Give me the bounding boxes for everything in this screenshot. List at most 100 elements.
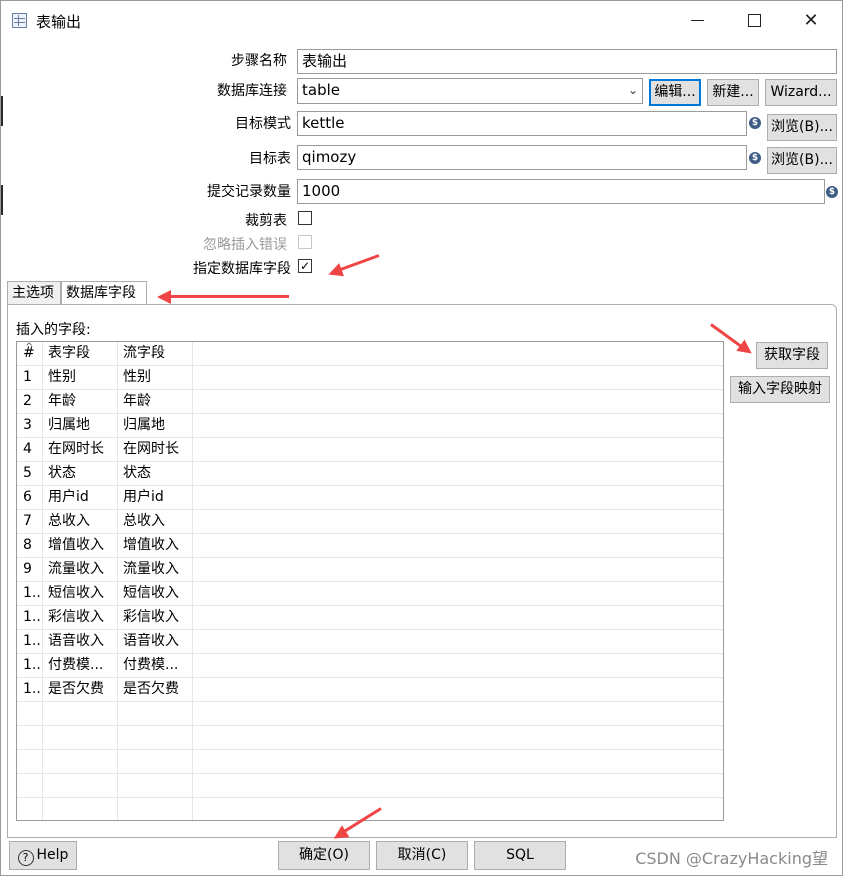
- table-field-cell[interactable]: 短信收入: [43, 582, 118, 606]
- truncate-table-checkbox[interactable]: [298, 211, 312, 225]
- table-field-cell[interactable]: 在网时长: [43, 438, 118, 462]
- column-header-index[interactable]: ^ #: [17, 342, 43, 366]
- stream-field-cell[interactable]: [118, 702, 193, 726]
- row-index-cell[interactable]: 1..: [17, 630, 43, 654]
- cancel-button[interactable]: 取消(C): [376, 841, 468, 870]
- row-index-cell[interactable]: 5: [17, 462, 43, 486]
- specify-db-fields-checkbox[interactable]: ✓: [298, 259, 312, 273]
- get-fields-button[interactable]: 获取字段: [756, 342, 828, 369]
- table-row[interactable]: 4 在网时长 在网时长: [17, 438, 723, 462]
- stream-field-cell[interactable]: 彩信收入: [118, 606, 193, 630]
- stream-field-cell[interactable]: 在网时长: [118, 438, 193, 462]
- stream-field-cell[interactable]: [118, 726, 193, 750]
- table-row[interactable]: 3 归属地 归属地: [17, 414, 723, 438]
- row-index-cell[interactable]: [17, 774, 43, 798]
- target-schema-input[interactable]: kettle: [297, 111, 747, 136]
- table-row[interactable]: 5 状态 状态: [17, 462, 723, 486]
- row-index-cell[interactable]: 8: [17, 534, 43, 558]
- minimize-button[interactable]: [669, 1, 725, 39]
- browse-table-button[interactable]: 浏览(B)...: [767, 147, 837, 174]
- row-index-cell[interactable]: 1..: [17, 654, 43, 678]
- table-row[interactable]: 1 性别 性别: [17, 366, 723, 390]
- column-header-table-field[interactable]: 表字段: [43, 342, 118, 366]
- table-row[interactable]: 1.. 短信收入 短信收入: [17, 582, 723, 606]
- row-index-cell[interactable]: [17, 726, 43, 750]
- new-connection-button[interactable]: 新建...: [707, 79, 759, 106]
- table-field-cell[interactable]: [43, 798, 118, 820]
- row-index-cell[interactable]: [17, 798, 43, 820]
- title-bar[interactable]: 表输出 ✕: [1, 1, 842, 41]
- stream-field-cell[interactable]: 总收入: [118, 510, 193, 534]
- table-field-cell[interactable]: [43, 774, 118, 798]
- stream-field-cell[interactable]: 语音收入: [118, 630, 193, 654]
- stream-field-cell[interactable]: 性别: [118, 366, 193, 390]
- stream-field-cell[interactable]: 用户id: [118, 486, 193, 510]
- help-button[interactable]: ? Help: [9, 841, 77, 870]
- db-connection-select[interactable]: table ⌄: [297, 78, 643, 104]
- stream-field-cell[interactable]: 付费模...: [118, 654, 193, 678]
- row-index-cell[interactable]: 2: [17, 390, 43, 414]
- stream-field-cell[interactable]: 是否欠费: [118, 678, 193, 702]
- row-index-cell[interactable]: 1..: [17, 678, 43, 702]
- sql-button[interactable]: SQL: [474, 841, 566, 870]
- table-field-cell[interactable]: 是否欠费: [43, 678, 118, 702]
- row-index-cell[interactable]: 1..: [17, 582, 43, 606]
- edit-connection-button[interactable]: 编辑...: [649, 79, 701, 106]
- table-row[interactable]: [17, 702, 723, 726]
- ok-button[interactable]: 确定(O): [278, 841, 370, 870]
- stream-field-cell[interactable]: 增值收入: [118, 534, 193, 558]
- stream-field-cell[interactable]: 状态: [118, 462, 193, 486]
- row-index-cell[interactable]: 9: [17, 558, 43, 582]
- table-field-cell[interactable]: [43, 702, 118, 726]
- table-row[interactable]: 2 年龄 年龄: [17, 390, 723, 414]
- table-row[interactable]: 8 增值收入 增值收入: [17, 534, 723, 558]
- row-index-cell[interactable]: 4: [17, 438, 43, 462]
- row-index-cell[interactable]: 1..: [17, 606, 43, 630]
- stream-field-cell[interactable]: 短信收入: [118, 582, 193, 606]
- table-row[interactable]: 6 用户id 用户id: [17, 486, 723, 510]
- table-field-cell[interactable]: 增值收入: [43, 534, 118, 558]
- table-row[interactable]: 1.. 付费模... 付费模...: [17, 654, 723, 678]
- table-field-cell[interactable]: 流量收入: [43, 558, 118, 582]
- tab-main-options[interactable]: 主选项: [7, 281, 61, 305]
- column-header-stream-field[interactable]: 流字段: [118, 342, 193, 366]
- ignore-insert-errors-checkbox[interactable]: [298, 235, 312, 249]
- row-index-cell[interactable]: 6: [17, 486, 43, 510]
- stream-field-cell[interactable]: 年龄: [118, 390, 193, 414]
- wizard-button[interactable]: Wizard...: [765, 79, 837, 106]
- row-index-cell[interactable]: [17, 702, 43, 726]
- table-field-cell[interactable]: 性别: [43, 366, 118, 390]
- table-row[interactable]: [17, 798, 723, 820]
- maximize-button[interactable]: [726, 1, 782, 39]
- commit-size-input[interactable]: 1000: [297, 179, 825, 204]
- row-index-cell[interactable]: 3: [17, 414, 43, 438]
- table-row[interactable]: 9 流量收入 流量收入: [17, 558, 723, 582]
- table-field-cell[interactable]: 总收入: [43, 510, 118, 534]
- table-row[interactable]: [17, 750, 723, 774]
- row-index-cell[interactable]: 1: [17, 366, 43, 390]
- table-field-cell[interactable]: 状态: [43, 462, 118, 486]
- stream-field-cell[interactable]: 归属地: [118, 414, 193, 438]
- table-row[interactable]: [17, 726, 723, 750]
- table-row[interactable]: 1.. 彩信收入 彩信收入: [17, 606, 723, 630]
- table-field-cell[interactable]: 彩信收入: [43, 606, 118, 630]
- tab-database-fields[interactable]: 数据库字段: [61, 281, 147, 306]
- row-index-cell[interactable]: 7: [17, 510, 43, 534]
- table-field-cell[interactable]: 年龄: [43, 390, 118, 414]
- step-name-input[interactable]: 表输出: [297, 49, 837, 74]
- close-button[interactable]: ✕: [783, 1, 839, 39]
- row-index-cell[interactable]: [17, 750, 43, 774]
- table-field-cell[interactable]: 用户id: [43, 486, 118, 510]
- table-field-cell[interactable]: 付费模...: [43, 654, 118, 678]
- stream-field-cell[interactable]: 流量收入: [118, 558, 193, 582]
- table-field-cell[interactable]: [43, 726, 118, 750]
- browse-schema-button[interactable]: 浏览(B)...: [767, 114, 837, 141]
- table-field-cell[interactable]: [43, 750, 118, 774]
- table-field-cell[interactable]: 语音收入: [43, 630, 118, 654]
- table-row[interactable]: 1.. 语音收入 语音收入: [17, 630, 723, 654]
- stream-field-cell[interactable]: [118, 774, 193, 798]
- table-row[interactable]: 1.. 是否欠费 是否欠费: [17, 678, 723, 702]
- stream-field-cell[interactable]: [118, 798, 193, 820]
- fields-table[interactable]: ^ # 表字段 流字段 1 性别 性别 2 年龄 年龄 3 归属地 归属地 4 在网时长 在网时长 5 状态…: [16, 341, 724, 821]
- table-row[interactable]: 7 总收入 总收入: [17, 510, 723, 534]
